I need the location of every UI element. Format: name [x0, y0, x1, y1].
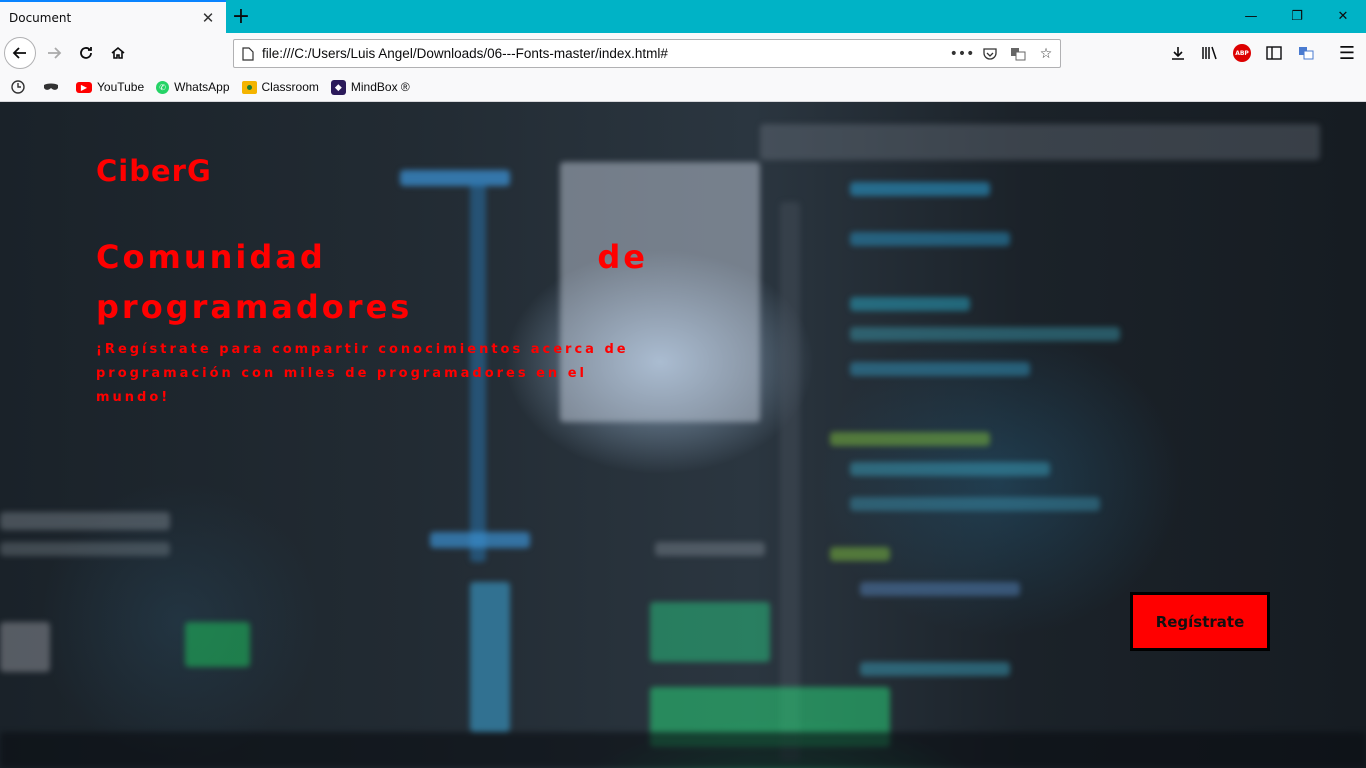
minimize-icon[interactable]: — — [1228, 0, 1274, 33]
bookmark-label: WhatsApp — [174, 80, 230, 94]
bookmark-label: MindBox ® — [350, 80, 410, 94]
new-tab-icon[interactable]: + — [228, 3, 254, 29]
url-text[interactable]: file:///C:/Users/Luis Angel/Downloads/06… — [262, 46, 948, 61]
bookmark-private[interactable] — [43, 79, 64, 95]
tab-title: Document — [9, 10, 72, 25]
youtube-icon: ▶ — [76, 81, 92, 93]
translate-icon[interactable] — [1004, 40, 1032, 67]
bookmark-star-icon[interactable]: ☆ — [1032, 40, 1060, 67]
page-title: Comunidad de programadores — [96, 238, 648, 326]
address-bar[interactable]: file:///C:/Users/Luis Angel/Downloads/06… — [233, 39, 1061, 68]
bookmark-label: Classroom — [261, 80, 319, 94]
reload-icon[interactable] — [70, 37, 102, 69]
whatsapp-icon: ✆ — [156, 80, 170, 94]
close-tab-icon[interactable]: ✕ — [196, 6, 220, 30]
forward-icon[interactable] — [38, 37, 70, 69]
bookmarks-toolbar: ▶ YouTube ✆ WhatsApp Classroom ◆ MindBox… — [0, 73, 1366, 102]
classroom-icon — [241, 80, 257, 94]
hero-section: CiberG Comunidad de programadores ¡Regís… — [0, 102, 1366, 768]
register-button[interactable]: Regístrate — [1130, 592, 1270, 651]
restore-icon[interactable]: ❐ — [1274, 0, 1320, 33]
page-icon — [234, 40, 262, 67]
bookmark-mindbox[interactable]: ◆ MindBox ® — [330, 79, 410, 95]
mindbox-icon: ◆ — [330, 79, 346, 95]
hero-subtitle: ¡Regístrate para compartir conocimientos… — [96, 342, 629, 405]
page-viewport: CiberG Comunidad de programadores ¡Regís… — [0, 102, 1366, 768]
translate-extension-icon[interactable] — [1290, 37, 1322, 69]
tab-document[interactable]: Document ✕ — [0, 0, 226, 33]
brand-logo[interactable]: CiberG — [96, 154, 212, 188]
tab-strip: Document ✕ + — ❐ ✕ — [0, 0, 1366, 33]
bookmark-youtube[interactable]: ▶ YouTube — [76, 80, 144, 94]
downloads-icon[interactable] — [1162, 37, 1194, 69]
navigation-toolbar: file:///C:/Users/Luis Angel/Downloads/06… — [0, 33, 1366, 73]
home-icon[interactable] — [102, 37, 134, 69]
bookmark-classroom[interactable]: Classroom — [241, 80, 319, 94]
clock-icon — [10, 79, 26, 95]
back-icon[interactable] — [4, 37, 36, 69]
mask-icon — [43, 79, 59, 95]
menu-icon[interactable]: ☰ — [1331, 37, 1363, 69]
pocket-icon[interactable] — [976, 40, 1004, 67]
bookmark-label: YouTube — [97, 80, 145, 94]
bookmark-history[interactable] — [10, 79, 31, 95]
reader-sidebar-icon[interactable] — [1258, 37, 1290, 69]
adblock-icon[interactable]: ABP — [1226, 37, 1258, 69]
close-window-icon[interactable]: ✕ — [1320, 0, 1366, 33]
library-icon[interactable] — [1194, 37, 1226, 69]
bookmark-whatsapp[interactable]: ✆ WhatsApp — [156, 80, 230, 94]
page-actions-icon[interactable]: ••• — [948, 40, 976, 67]
